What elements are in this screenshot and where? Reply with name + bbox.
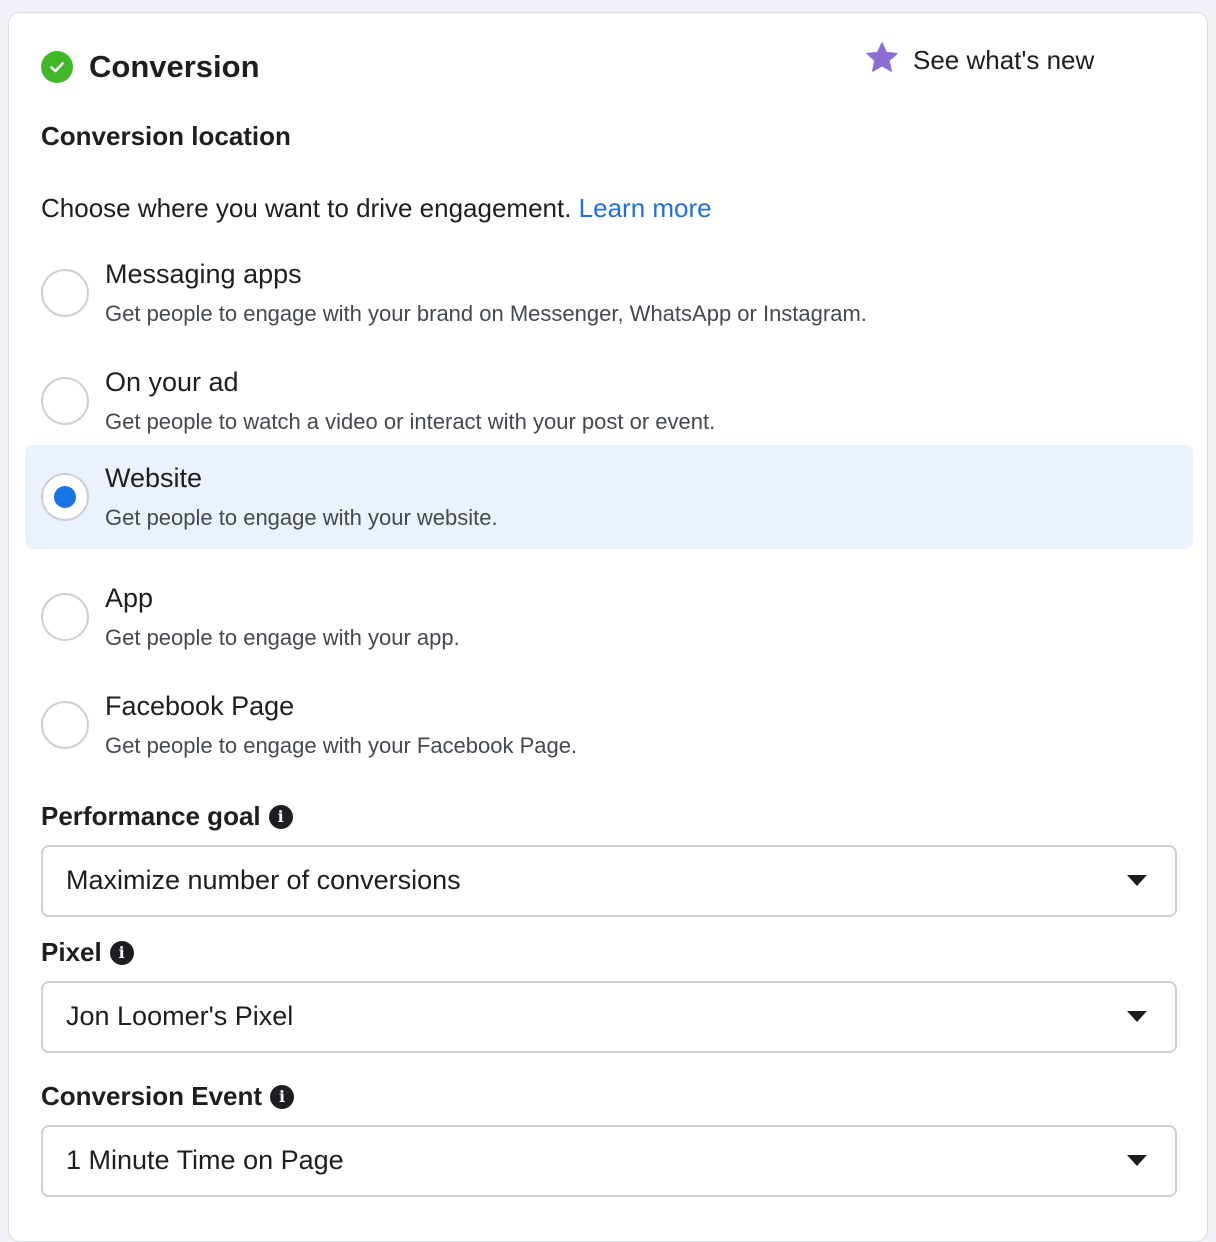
caret-down-icon — [1127, 1155, 1147, 1166]
check-circle-icon — [41, 51, 73, 83]
radio-app[interactable] — [41, 593, 89, 641]
learn-more-link[interactable]: Learn more — [579, 193, 712, 223]
pixel-label-text: Pixel — [41, 937, 102, 967]
conversion-event-value: 1 Minute Time on Page — [66, 1145, 344, 1175]
option-app[interactable]: App Get people to engage with your app. — [25, 565, 1193, 669]
conversion-card: Conversion See what's new Conversion loc… — [8, 12, 1208, 1242]
pixel-dropdown[interactable]: Jon Loomer's Pixel — [41, 981, 1177, 1053]
radio-messaging-apps[interactable] — [41, 269, 89, 317]
performance-goal-dropdown[interactable]: Maximize number of conversions — [41, 845, 1177, 917]
option-label: On your ad — [105, 367, 239, 397]
description-text: Choose where you want to drive engagemen… — [41, 193, 572, 223]
info-icon[interactable]: i — [109, 940, 134, 965]
radio-website[interactable] — [41, 473, 89, 521]
option-description: Get people to engage with your brand on … — [105, 301, 867, 326]
performance-goal-value: Maximize number of conversions — [66, 865, 461, 895]
caret-down-icon — [1127, 875, 1147, 886]
pixel-value: Jon Loomer's Pixel — [66, 1001, 294, 1031]
info-icon[interactable]: i — [270, 1084, 295, 1109]
star-icon — [865, 41, 899, 80]
radio-on-your-ad[interactable] — [41, 377, 89, 425]
conversion-event-label: Conversion Event i — [41, 1081, 295, 1112]
option-description: Get people to watch a video or interact … — [105, 409, 716, 434]
see-whats-new-link[interactable]: See what's new — [865, 41, 1094, 80]
radio-facebook-page[interactable] — [41, 701, 89, 749]
option-on-your-ad[interactable]: On your ad Get people to watch a video o… — [25, 349, 1193, 453]
info-icon[interactable]: i — [268, 804, 293, 829]
conversion-event-dropdown[interactable]: 1 Minute Time on Page — [41, 1125, 1177, 1197]
performance-goal-label: Performance goal i — [41, 801, 293, 832]
option-description: Get people to engage with your website. — [105, 505, 498, 530]
performance-goal-label-text: Performance goal — [41, 801, 261, 831]
conversion-location-description: Choose where you want to drive engagemen… — [41, 193, 712, 224]
option-description: Get people to engage with your app. — [105, 625, 460, 650]
radio-selected-dot — [54, 486, 76, 508]
conversion-location-title: Conversion location — [41, 121, 291, 151]
option-label: Facebook Page — [105, 691, 295, 721]
option-facebook-page[interactable]: Facebook Page Get people to engage with … — [25, 673, 1193, 777]
card-header: Conversion — [41, 49, 260, 85]
option-label: Website — [105, 463, 203, 493]
option-label: Messaging apps — [105, 259, 302, 289]
caret-down-icon — [1127, 1011, 1147, 1022]
conversion-event-label-text: Conversion Event — [41, 1081, 263, 1111]
page-title: Conversion — [89, 49, 260, 84]
see-whats-new-label: See what's new — [913, 45, 1095, 75]
pixel-label: Pixel i — [41, 937, 134, 968]
option-messaging-apps[interactable]: Messaging apps Get people to engage with… — [25, 241, 1193, 345]
option-label: App — [105, 583, 154, 613]
option-description: Get people to engage with your Facebook … — [105, 733, 578, 758]
option-website[interactable]: Website Get people to engage with your w… — [25, 445, 1193, 549]
